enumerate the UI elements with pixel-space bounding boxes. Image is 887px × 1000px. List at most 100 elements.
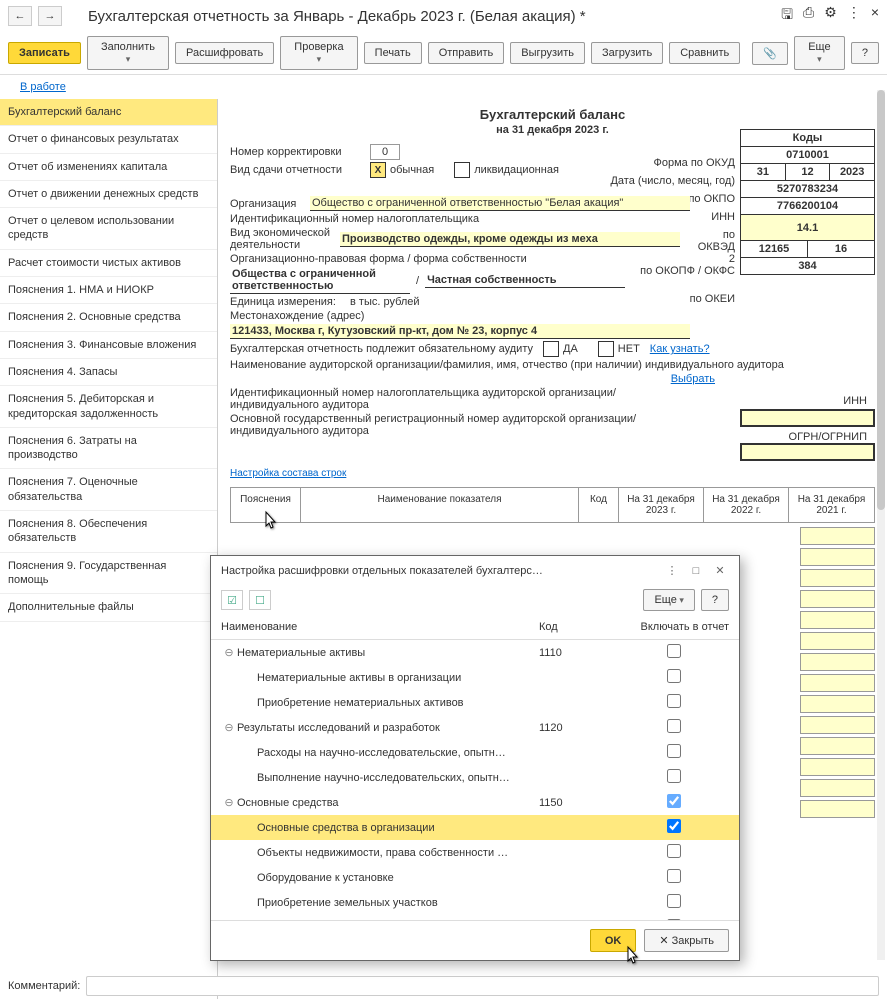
expand-icon[interactable]: ⊖ [221,721,237,734]
status-link[interactable]: В работе [10,77,76,97]
include-checkbox[interactable] [667,719,681,733]
uncheck-all-icon[interactable]: ☐ [249,590,271,610]
sidebar-item-0[interactable]: Бухгалтерский баланс [0,99,217,126]
dialog-row[interactable]: Приобретение земельных участков [211,890,739,915]
data-cell[interactable] [800,527,875,545]
forward-button[interactable]: → [38,6,62,26]
sidebar-item-7[interactable]: Пояснения 2. Основные средства [0,304,217,331]
audit-how-link[interactable]: Как узнать? [650,343,710,355]
addr-value[interactable]: 121433, Москва г, Кутузовский пр-кт, дом… [230,324,690,339]
sidebar-item-6[interactable]: Пояснения 1. НМА и НИОКР [0,277,217,304]
include-checkbox[interactable] [667,794,681,808]
include-checkbox[interactable] [667,844,681,858]
include-checkbox[interactable] [667,669,681,683]
type-liq-check[interactable] [454,162,470,178]
sidebar-item-11[interactable]: Пояснения 6. Затраты на производство [0,428,217,470]
sidebar-item-15[interactable]: Дополнительные файлы [0,594,217,621]
send-button[interactable]: Отправить [428,42,505,64]
include-checkbox[interactable] [667,694,681,708]
include-checkbox[interactable] [667,644,681,658]
check-all-icon[interactable]: ☑ [221,590,243,610]
export-button[interactable]: Выгрузить [510,42,585,64]
sidebar-item-2[interactable]: Отчет об изменениях капитала [0,154,217,181]
import-button[interactable]: Загрузить [591,42,663,64]
sidebar-item-14[interactable]: Пояснения 9. Государственная помощь [0,553,217,595]
data-cell[interactable] [800,653,875,671]
comment-input[interactable] [86,976,879,996]
config-rows-link[interactable]: Настройка состава строк [230,468,346,479]
dialog-more-button[interactable]: Еще [643,589,694,611]
compare-button[interactable]: Сравнить [669,42,740,64]
select-link[interactable]: Выбрать [671,373,715,385]
print-icon[interactable]: ⎙ [803,4,814,28]
type-normal-check[interactable]: X [370,162,386,178]
include-checkbox[interactable] [667,869,681,883]
close-button[interactable]: ✕ Закрыть [644,929,729,952]
dialog-row[interactable]: ⊖Нематериальные активы1110 [211,640,739,665]
dialog-row[interactable]: Расходы на научно-исследовательские, опы… [211,740,739,765]
data-cell[interactable] [800,695,875,713]
sidebar-item-10[interactable]: Пояснения 5. Дебиторская и кредиторская … [0,386,217,428]
sidebar-item-12[interactable]: Пояснения 7. Оценочные обязательства [0,469,217,511]
org-value[interactable]: Общество с ограниченной ответственностью… [310,196,690,211]
sidebar-item-1[interactable]: Отчет о финансовых результатах [0,126,217,153]
corr-input[interactable] [370,144,400,160]
data-cell[interactable] [800,611,875,629]
dialog-menu-icon[interactable]: ⋮ [663,564,681,577]
data-cell[interactable] [800,758,875,776]
print-button[interactable]: Печать [364,42,422,64]
dialog-row[interactable]: Нематериальные активы в организации [211,665,739,690]
expand-icon[interactable]: ⊖ [221,796,237,809]
close-icon[interactable]: × [871,4,879,28]
more-button[interactable]: Еще [794,36,845,70]
dialog-row[interactable]: Приобретение нематериальных активов [211,690,739,715]
sidebar-item-4[interactable]: Отчет о целевом использовании средств [0,208,217,250]
save-icon[interactable]: 🖫 [781,4,793,28]
audit-no-check[interactable] [598,341,614,357]
save-button[interactable]: Записать [8,42,81,64]
audit-yes-check[interactable] [543,341,559,357]
dialog-help-button[interactable]: ? [701,589,729,611]
scrollbar-thumb[interactable] [877,90,885,510]
dialog-row[interactable]: Оборудование к установке [211,865,739,890]
dialog-minimize-icon[interactable]: □ [687,565,705,577]
data-cell[interactable] [800,716,875,734]
fill-button[interactable]: Заполнить [87,36,169,70]
activity-value[interactable]: Производство одежды, кроме одежды из мех… [340,232,680,247]
dialog-row[interactable]: ⊖Основные средства1150 [211,790,739,815]
data-cell[interactable] [800,548,875,566]
sidebar-item-3[interactable]: Отчет о движении денежных средств [0,181,217,208]
data-cell[interactable] [800,632,875,650]
data-cell[interactable] [800,569,875,587]
dialog-row[interactable]: Объекты недвижимости, права собственност… [211,840,739,865]
attachment-button[interactable]: 📎 [752,42,788,65]
data-cell[interactable] [800,779,875,797]
aud-ogrn-input[interactable] [740,443,875,461]
okved-value[interactable]: 14.1 [740,215,875,241]
data-cell[interactable] [800,737,875,755]
check-button[interactable]: Проверка [280,36,357,70]
settings-icon[interactable]: ⚙ [824,4,837,28]
dialog-close-icon[interactable]: ✕ [711,564,729,577]
include-checkbox[interactable] [667,819,681,833]
include-checkbox[interactable] [667,919,681,920]
menu-icon[interactable]: ⋮ [847,4,861,28]
back-button[interactable]: ← [8,6,32,26]
data-cell[interactable] [800,674,875,692]
include-checkbox[interactable] [667,769,681,783]
decode-button[interactable]: Расшифровать [175,42,274,64]
dialog-row[interactable]: ⊖Результаты исследований и разработок112… [211,715,739,740]
sidebar-item-13[interactable]: Пояснения 8. Обеспечения обязательств [0,511,217,553]
sidebar-item-9[interactable]: Пояснения 4. Запасы [0,359,217,386]
sidebar-item-5[interactable]: Расчет стоимости чистых активов [0,250,217,277]
data-cell[interactable] [800,800,875,818]
sidebar-item-8[interactable]: Пояснения 3. Финансовые вложения [0,332,217,359]
data-cell[interactable] [800,590,875,608]
dialog-row[interactable]: Основные средства в организации [211,815,739,840]
include-checkbox[interactable] [667,894,681,908]
dialog-row[interactable]: Выполнение научно-исследовательских, опы… [211,765,739,790]
ok-button[interactable]: OK [590,929,637,952]
include-checkbox[interactable] [667,744,681,758]
expand-icon[interactable]: ⊖ [221,646,237,659]
help-button[interactable]: ? [851,42,879,64]
